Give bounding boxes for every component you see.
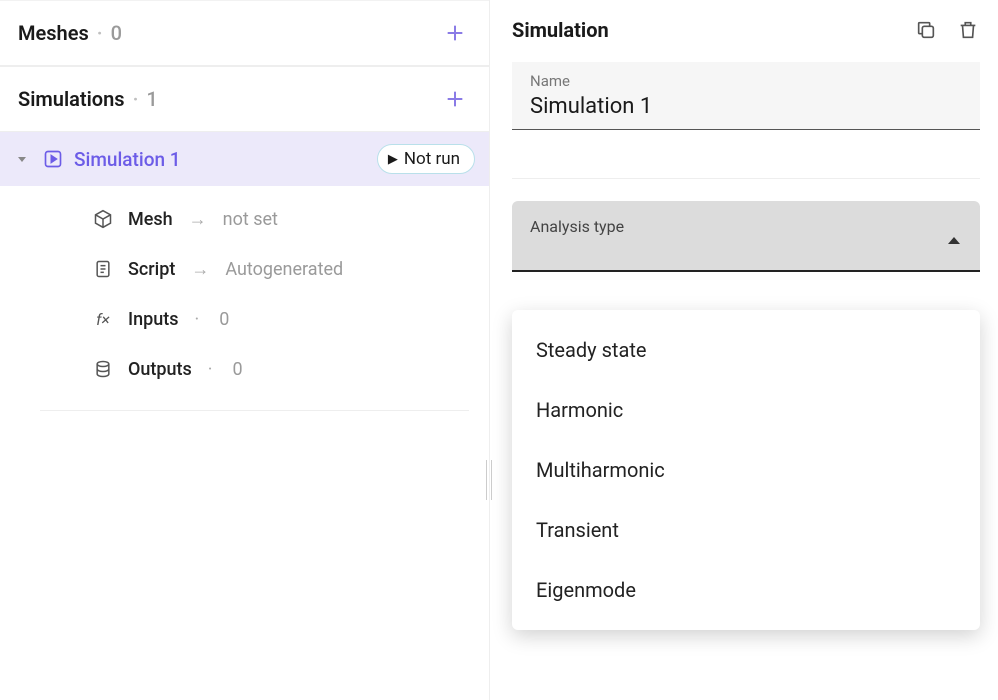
add-mesh-button[interactable] (441, 19, 469, 47)
simulation-row[interactable]: Simulation 1 ▶ Not run (0, 132, 489, 186)
analysis-type-dropdown: Steady state Harmonic Multiharmonic Tran… (512, 310, 980, 630)
tree-script-label: Script (128, 259, 175, 280)
analysis-type-label: Analysis type (530, 217, 962, 236)
left-panel: Meshes · 0 Simulations · 1 Simulation 1 … (0, 0, 490, 700)
dropdown-option-transient[interactable]: Transient (512, 500, 980, 560)
section-simulations-count: 1 (146, 87, 157, 111)
dropdown-option-eigenmode[interactable]: Eigenmode (512, 560, 980, 620)
divider (512, 178, 980, 179)
tree-mesh-value: not set (223, 209, 278, 230)
add-simulation-button[interactable] (441, 85, 469, 113)
tree-item-script[interactable]: Script → Autogenerated (92, 244, 469, 294)
dot: · (208, 359, 213, 380)
simulation-status-text: Not run (404, 149, 460, 169)
fx-icon: f× (92, 308, 114, 330)
name-label: Name (530, 72, 962, 90)
script-icon (92, 258, 114, 280)
section-meshes-count: 0 (111, 21, 122, 45)
detail-title: Simulation (512, 18, 609, 42)
caret-up-icon (948, 237, 960, 244)
tree-inputs-label: Inputs (128, 309, 179, 330)
detail-panel: Simulation Name Simulation 1 Analysis ty… (490, 0, 998, 700)
tree-item-mesh[interactable]: Mesh → not set (92, 194, 469, 244)
dropdown-option-multiharmonic[interactable]: Multiharmonic (512, 440, 980, 500)
tree-item-outputs[interactable]: Outputs · 0 (92, 344, 469, 394)
dropdown-option-steady-state[interactable]: Steady state (512, 320, 980, 380)
delete-button[interactable] (956, 18, 980, 42)
tree-inputs-count: 0 (219, 309, 229, 330)
section-meshes-title: Meshes (18, 21, 89, 45)
tree-mesh-label: Mesh (128, 209, 173, 230)
section-simulations-header: Simulations · 1 (0, 66, 489, 132)
dot: · (195, 309, 200, 330)
arrow-icon: → (191, 259, 209, 280)
tree-outputs-count: 0 (233, 359, 243, 380)
play-icon: ▶ (388, 152, 398, 167)
cube-icon (92, 208, 114, 230)
section-simulations-title: Simulations (18, 87, 125, 111)
analysis-type-select[interactable]: Analysis type (512, 201, 980, 272)
copy-button[interactable] (914, 18, 938, 42)
tree-outputs-label: Outputs (128, 359, 192, 380)
name-field[interactable]: Name Simulation 1 (512, 62, 980, 130)
tree-script-value: Autogenerated (225, 259, 343, 280)
simulation-icon (42, 148, 64, 170)
dot: · (133, 87, 139, 111)
chevron-down-icon[interactable] (12, 149, 32, 169)
simulation-tree: Mesh → not set Script → Autogenerated f×… (40, 186, 469, 411)
dot: · (97, 21, 103, 45)
name-input[interactable]: Simulation 1 (530, 94, 962, 119)
detail-header: Simulation (512, 14, 980, 62)
database-icon (92, 358, 114, 380)
resize-handle[interactable] (486, 460, 492, 500)
section-meshes-header: Meshes · 0 (0, 0, 489, 66)
dropdown-option-harmonic[interactable]: Harmonic (512, 380, 980, 440)
simulation-name: Simulation 1 (74, 148, 367, 171)
simulation-status-pill[interactable]: ▶ Not run (377, 144, 475, 174)
tree-item-inputs[interactable]: f× Inputs · 0 (92, 294, 469, 344)
arrow-icon: → (189, 209, 207, 230)
